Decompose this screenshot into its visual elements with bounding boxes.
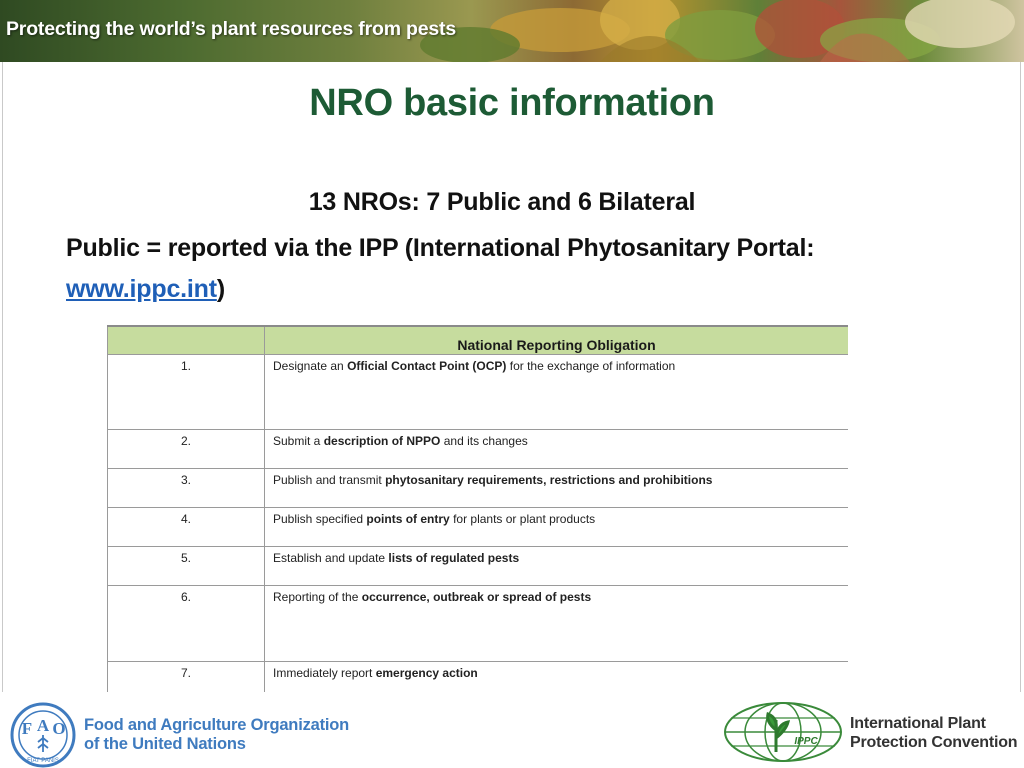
- ippc-globe-icon: IPPC: [724, 702, 842, 762]
- ippc-badge-text: IPPC: [794, 736, 818, 747]
- table-row: 2. Submit a description of NPPO and its c…: [107, 429, 848, 469]
- row-number: 4.: [107, 507, 265, 547]
- obligation-text: Publish specified: [273, 511, 367, 526]
- table-row: 4. Publish specified points of entry for …: [107, 507, 848, 547]
- number-column-header: [107, 325, 265, 355]
- row-obligation: Designate an Official Contact Point (OCP…: [264, 354, 848, 430]
- fao-letter-f: F: [22, 719, 32, 738]
- slide-title: NRO basic information: [309, 82, 715, 124]
- table-row: 6. Reporting of the occurrence, outbreak …: [107, 585, 848, 662]
- public-description-text: Public = reported via the IPP (Internati…: [66, 234, 815, 262]
- table-row: 1. Designate an Official Contact Point (O…: [107, 354, 848, 430]
- obligation-key-term: Official Contact Point (OCP): [347, 358, 507, 373]
- table-row: 5. Establish and update lists of regulate…: [107, 546, 848, 586]
- obligation-text-tail: for plants or plant products: [449, 511, 596, 526]
- obligation-key-term: occurrence, outbreak or spread of pests: [361, 589, 592, 604]
- obligation-text: Designate an: [273, 358, 348, 373]
- obligation-text: Submit a: [273, 433, 324, 448]
- slide-subtitle: 13 NROs: 7 Public and 6 Bilateral: [308, 188, 696, 216]
- obligation-key-term: phytosanitary requirements, restrictions…: [385, 472, 713, 487]
- fao-motto: FIAT PANIS: [27, 758, 59, 764]
- ippc-name-line1: International Plant: [850, 715, 986, 732]
- row-number: 5.: [107, 546, 265, 586]
- obligation-text: Publish and transmit: [273, 472, 386, 487]
- table-row: 3. Publish and transmit phytosanitary req…: [107, 468, 848, 508]
- obligation-key-term: description of NPPO: [323, 433, 441, 448]
- obligation-text-tail: for the exchange of information: [506, 358, 676, 373]
- obligation-key-term: emergency action: [375, 665, 478, 680]
- public-description: Public = reported via the IPP (Internati…: [66, 228, 916, 310]
- obligation-text: Reporting of the: [273, 589, 362, 604]
- table-body: 1. Designate an Official Contact Point (O…: [107, 354, 848, 700]
- row-number: 6.: [107, 585, 265, 662]
- nro-table: National Reporting Obligation 1. Designat…: [107, 325, 848, 700]
- ippc-name: International Plant Protection Conventio…: [850, 714, 1018, 752]
- obligation-key-term: lists of regulated pests: [388, 550, 520, 565]
- table-header-row: National Reporting Obligation: [107, 325, 848, 355]
- fao-name-line1: Food and Agriculture Organization: [84, 716, 350, 734]
- row-number: 3.: [107, 468, 265, 508]
- row-obligation: Establish and update lists of regulated …: [264, 546, 848, 586]
- obligation-key-term: points of entry: [366, 511, 450, 526]
- fao-letter-a: A: [37, 716, 50, 735]
- obligation-text: Immediately report: [273, 665, 376, 680]
- obligation-text: Establish and update: [273, 550, 389, 565]
- obligation-column-header: National Reporting Obligation: [264, 325, 848, 355]
- top-banner: Protecting the world’s plant resources f…: [0, 0, 1024, 62]
- ippc-link[interactable]: www.ippc.int: [66, 275, 217, 303]
- row-obligation: Reporting of the occurrence, outbreak or…: [264, 585, 848, 662]
- row-number: 2.: [107, 429, 265, 469]
- fao-name: Food and Agriculture Organization of the…: [84, 716, 349, 754]
- row-number: 1.: [107, 354, 265, 430]
- ippc-name-line2: Protection Convention: [850, 734, 1018, 751]
- public-description-close: ): [216, 275, 225, 303]
- obligation-text-tail: and its changes: [440, 433, 528, 448]
- row-obligation: Publish specified points of entry for pl…: [264, 507, 848, 547]
- fao-letter-o: O: [52, 719, 65, 738]
- row-obligation: Publish and transmit phytosanitary requi…: [264, 468, 848, 508]
- fao-name-line2: of the United Nations: [84, 735, 246, 753]
- fao-logo-icon: F A O FIAT PANIS: [10, 702, 76, 768]
- banner-title: Protecting the world’s plant resources f…: [6, 18, 456, 40]
- row-obligation: Submit a description of NPPO and its cha…: [264, 429, 848, 469]
